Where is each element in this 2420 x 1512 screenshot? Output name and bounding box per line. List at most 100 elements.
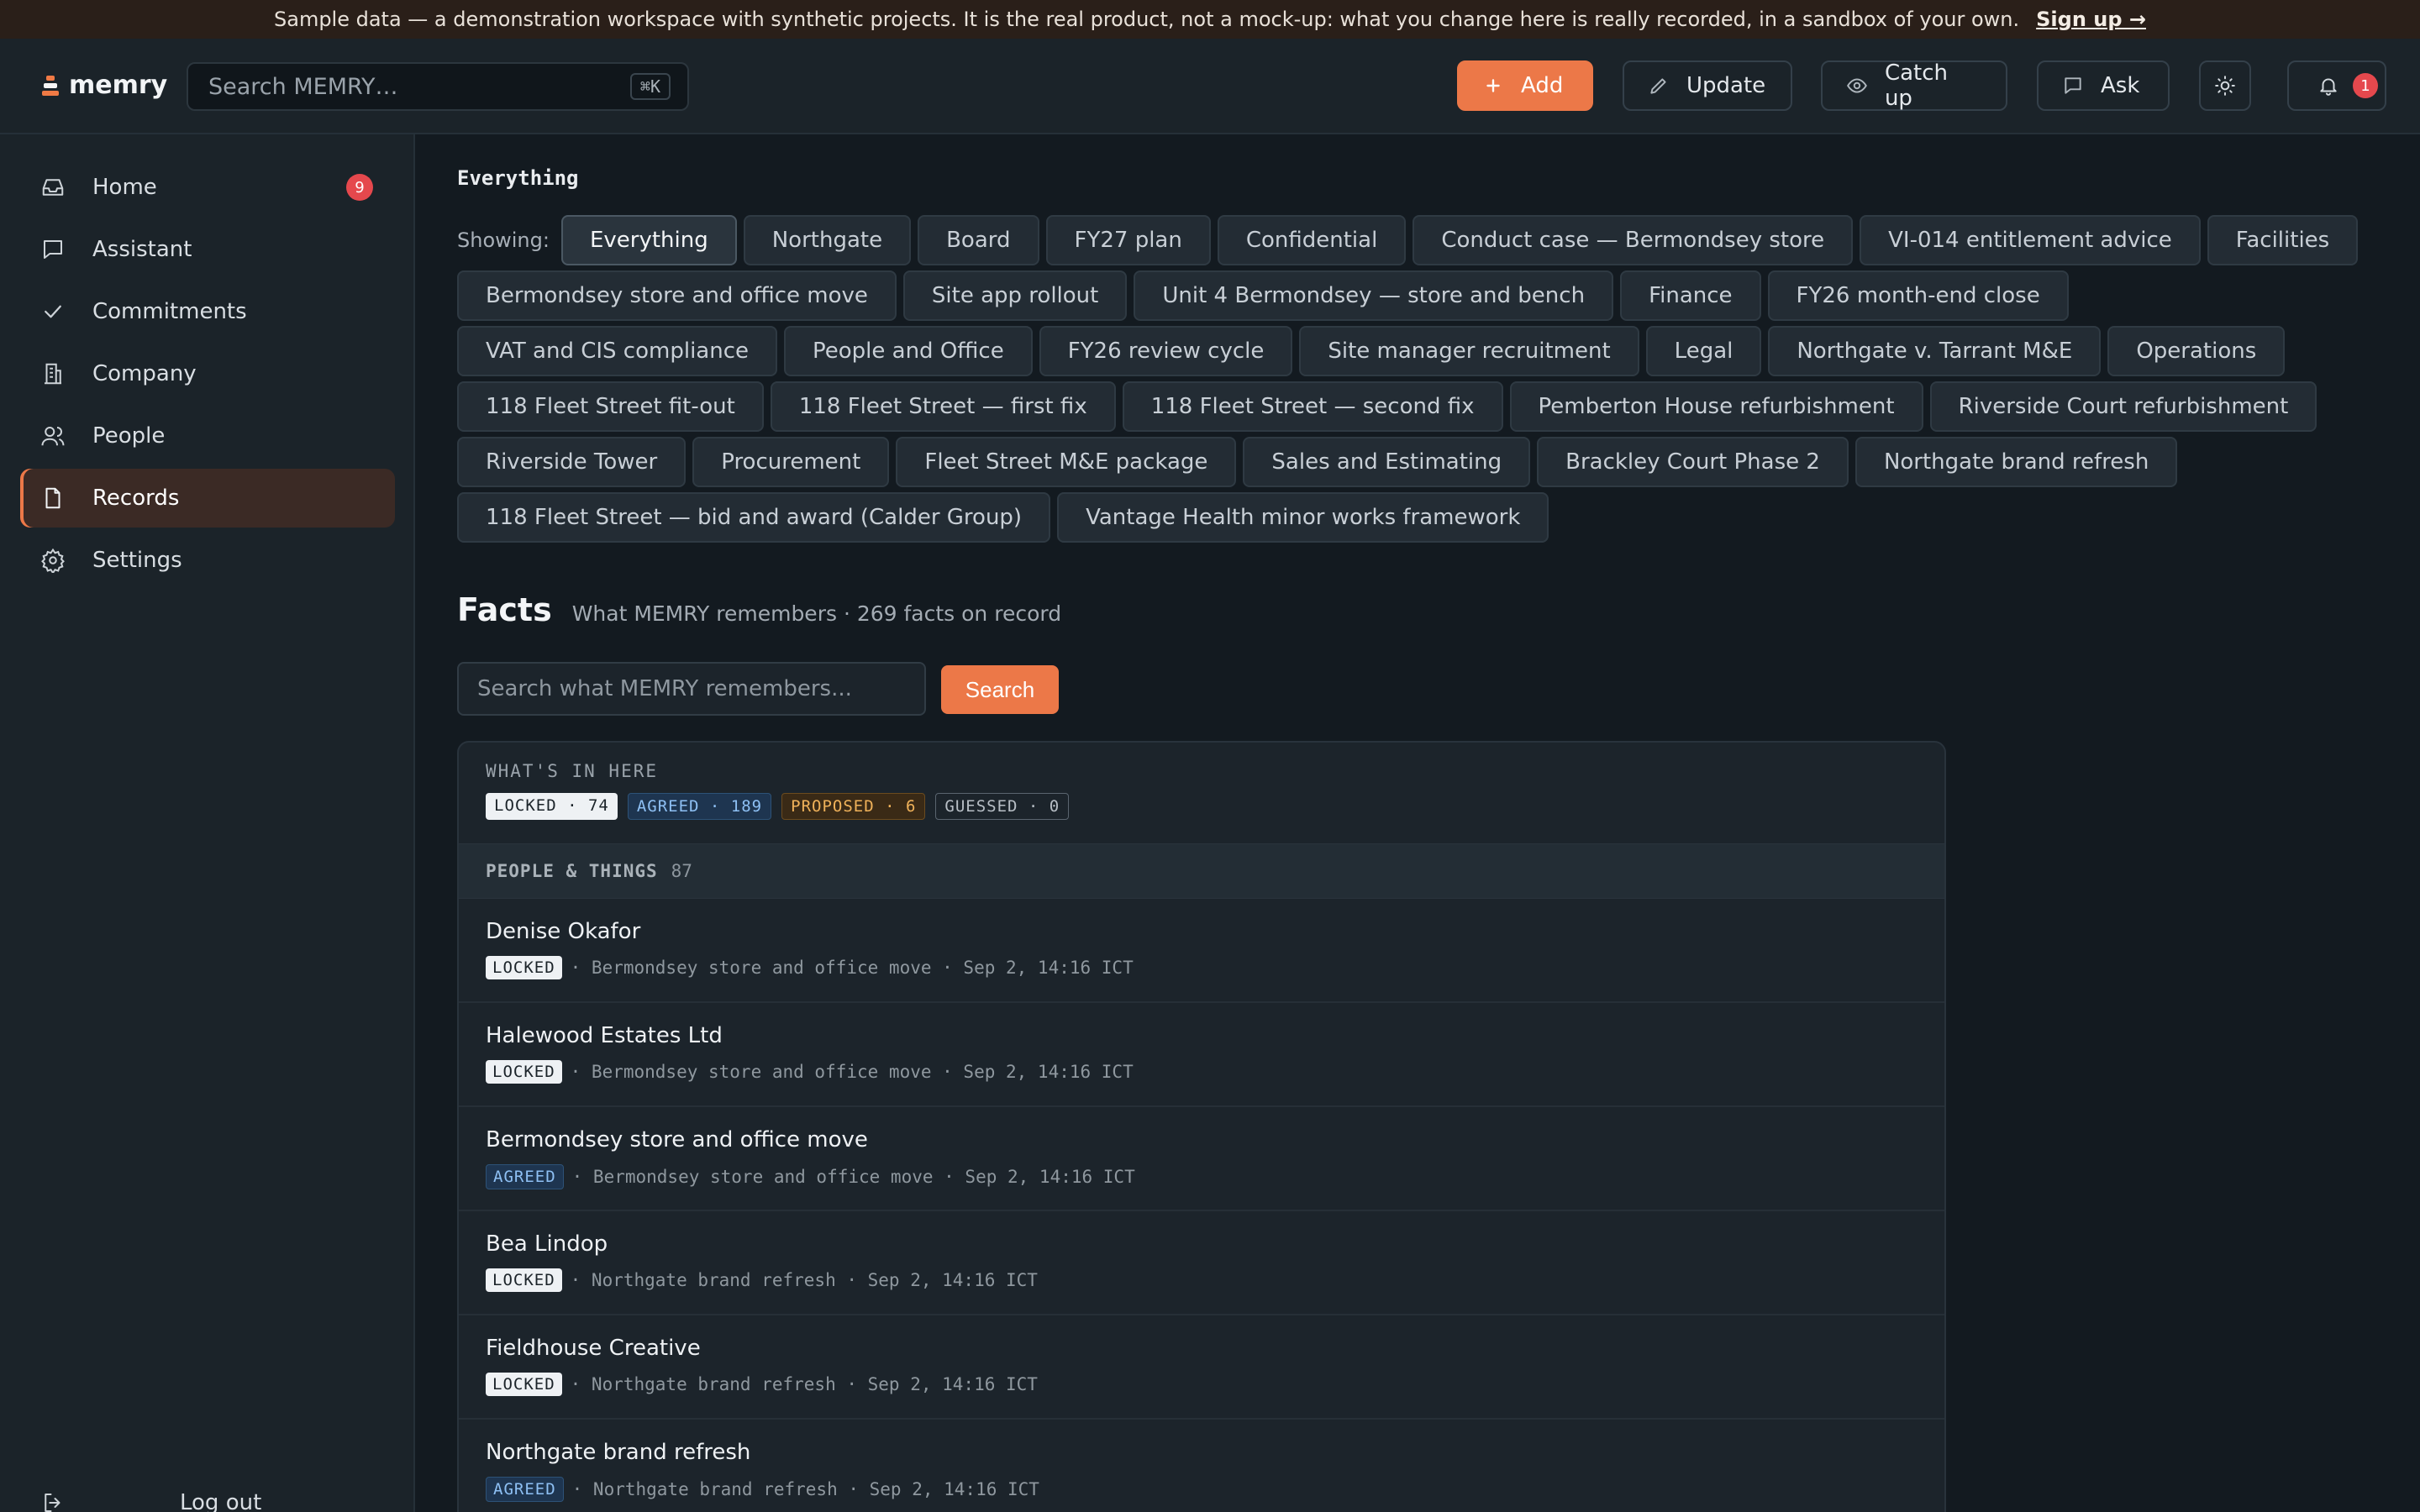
filter-chip[interactable]: 118 Fleet Street fit-out: [457, 381, 764, 432]
filter-chip[interactable]: FY26 review cycle: [1039, 326, 1293, 376]
fact-row[interactable]: Fieldhouse Creative LOCKED · Northgate bra…: [459, 1315, 1944, 1420]
filter-chip[interactable]: Northgate brand refresh: [1854, 437, 2178, 487]
fact-name: Halewood Estates Ltd: [486, 1023, 723, 1048]
catch-up-button[interactable]: Catch up: [1821, 60, 2007, 111]
gear-icon: [41, 548, 65, 573]
add-button[interactable]: Add: [1457, 60, 1593, 111]
notifications-button[interactable]: 1: [2287, 60, 2386, 111]
filter-chip[interactable]: People and Office: [784, 326, 1033, 376]
home-count-badge: 9: [346, 174, 373, 201]
facts-summary: WHAT'S IN HERE LOCKED · 74 AGREED · 189 …: [459, 743, 1944, 843]
global-search-input[interactable]: Search MEMRY… ⌘K: [187, 62, 689, 111]
main-content: Everything Showing: Everything Northgate B…: [415, 134, 2420, 1512]
sidebar-item-home[interactable]: Home 9: [20, 158, 395, 217]
fact-meta: AGREED · Bermondsey store and office move…: [486, 1164, 1918, 1189]
facts-search-field[interactable]: [457, 662, 926, 716]
logo-icon: [42, 75, 59, 96]
brand-logo[interactable]: memry: [42, 71, 167, 100]
ask-label: Ask: [2101, 73, 2140, 98]
filter-chip[interactable]: Site manager recruitment: [1299, 326, 1639, 376]
fact-context: · Northgate brand refresh · Sep 2, 14:16…: [570, 1270, 1038, 1290]
fact-meta: LOCKED · Bermondsey store and office move…: [486, 1060, 1918, 1084]
status-badge: AGREED: [486, 1164, 564, 1189]
filter-chip[interactable]: Procurement: [692, 437, 890, 487]
filter-chip[interactable]: Vantage Health minor works framework: [1057, 492, 1549, 543]
group-title: PEOPLE & THINGS: [486, 861, 658, 881]
sidebar-item-records[interactable]: Records: [20, 469, 395, 528]
fact-name: Bermondsey store and office move: [486, 1127, 868, 1152]
filter-chip[interactable]: 118 Fleet Street — bid and award (Calder…: [457, 492, 1051, 543]
bell-icon: [2320, 78, 2337, 96]
filter-chip[interactable]: Facilities: [2207, 215, 2359, 265]
facts-header: Facts What MEMRY remembers · 269 facts o…: [457, 591, 1061, 628]
building-icon: [45, 363, 61, 385]
filter-chip[interactable]: Fleet Street M&E package: [896, 437, 1237, 487]
filter-chip[interactable]: Finance: [1620, 270, 1761, 321]
update-button[interactable]: Update: [1623, 60, 1792, 111]
filter-chip[interactable]: FY26 month-end close: [1767, 270, 2069, 321]
facts-search-button[interactable]: Search: [941, 665, 1059, 714]
filter-chip[interactable]: VI-014 entitlement advice: [1860, 215, 2201, 265]
proposed-count-badge[interactable]: PROPOSED · 6: [781, 793, 926, 820]
facts-subtitle: What MEMRY remembers · 269 facts on reco…: [571, 601, 1062, 626]
filter-chip[interactable]: Confidential: [1217, 215, 1407, 265]
facts-panel: WHAT'S IN HERE LOCKED · 74 AGREED · 189 …: [457, 741, 1946, 1512]
fact-meta: AGREED · Northgate brand refresh · Sep 2,…: [486, 1477, 1918, 1502]
summary-title: WHAT'S IN HERE: [486, 761, 659, 781]
filter-bar: Showing: Everything Northgate Board FY27 pl…: [457, 215, 2381, 543]
fact-row[interactable]: Bermondsey store and office move AGREED · …: [459, 1107, 1944, 1211]
banner-text: Sample data — a demonstration workspace …: [274, 8, 2020, 31]
filter-chip[interactable]: 118 Fleet Street — second fix: [1122, 381, 1503, 432]
logout-icon: [45, 1494, 60, 1512]
fact-context: · Bermondsey store and office move · Sep…: [570, 958, 1134, 978]
filter-chip[interactable]: Riverside Court refurbishment: [1929, 381, 2317, 432]
sidebar-item-assistant[interactable]: Assistant: [20, 220, 395, 279]
fact-row[interactable]: Halewood Estates Ltd LOCKED · Bermondsey s…: [459, 1003, 1944, 1107]
fact-row[interactable]: Denise Okafor LOCKED · Bermondsey store an…: [459, 899, 1944, 1003]
sidebar-item-label: Home: [92, 175, 157, 200]
filter-chip[interactable]: VAT and CIS compliance: [457, 326, 777, 376]
group-count: 87: [671, 861, 692, 881]
filter-chip[interactable]: Northgate: [743, 215, 912, 265]
eye-icon: [1847, 78, 1867, 93]
fact-row[interactable]: Bea Lindop LOCKED · Northgate brand refres…: [459, 1211, 1944, 1315]
chat-icon: [2065, 77, 2081, 94]
filter-chip[interactable]: Everything: [560, 215, 737, 265]
status-badge: AGREED: [486, 1477, 564, 1502]
guessed-count-badge[interactable]: GUESSED · 0: [935, 793, 1070, 820]
filter-chip[interactable]: 118 Fleet Street — first fix: [770, 381, 1116, 432]
sidebar-item-commitments[interactable]: Commitments: [20, 282, 395, 341]
fact-row[interactable]: Northgate brand refresh AGREED · Northgate…: [459, 1420, 1944, 1512]
filter-chip[interactable]: Sales and Estimating: [1243, 437, 1531, 487]
filter-chip[interactable]: Riverside Tower: [457, 437, 687, 487]
sidebar-item-people[interactable]: People: [20, 407, 395, 465]
pencil-icon: [1650, 78, 1666, 94]
sidebar-item-company[interactable]: Company: [20, 344, 395, 403]
ask-button[interactable]: Ask: [2037, 60, 2170, 111]
filter-chip[interactable]: Legal: [1645, 326, 1762, 376]
filter-chip[interactable]: Conduct case — Bermondsey store: [1413, 215, 1854, 265]
theme-toggle-button[interactable]: [2199, 60, 2251, 111]
filter-chip[interactable]: Brackley Court Phase 2: [1537, 437, 1849, 487]
sidebar: Home 9 Assistant Commitments Company Peo…: [0, 134, 415, 1512]
sidebar-item-label: Commitments: [92, 299, 247, 324]
filter-chip[interactable]: FY27 plan: [1045, 215, 1211, 265]
agreed-count-badge[interactable]: AGREED · 189: [627, 793, 772, 820]
logout-button[interactable]: Log out: [40, 1482, 376, 1512]
status-badge: LOCKED: [486, 1268, 562, 1292]
fact-name: Fieldhouse Creative: [486, 1336, 701, 1361]
sidebar-item-label: Company: [92, 361, 197, 386]
fact-name: Northgate brand refresh: [486, 1440, 751, 1465]
signup-link[interactable]: Sign up →: [2036, 8, 2146, 31]
filter-chip[interactable]: Northgate v. Tarrant M&E: [1768, 326, 2102, 376]
sidebar-item-settings[interactable]: Settings: [20, 531, 395, 590]
filter-chip[interactable]: Pemberton House refurbishment: [1509, 381, 1923, 432]
filter-chip[interactable]: Site app rollout: [902, 270, 1128, 321]
filter-chip[interactable]: Unit 4 Bermondsey — store and bench: [1134, 270, 1614, 321]
filter-chip[interactable]: Board: [918, 215, 1039, 265]
update-label: Update: [1686, 73, 1766, 98]
locked-count-badge[interactable]: LOCKED · 74: [486, 793, 618, 820]
filter-chip[interactable]: Bermondsey store and office move: [457, 270, 897, 321]
filter-chip[interactable]: Operations: [2107, 326, 2286, 376]
facts-search-input[interactable]: [477, 676, 924, 701]
